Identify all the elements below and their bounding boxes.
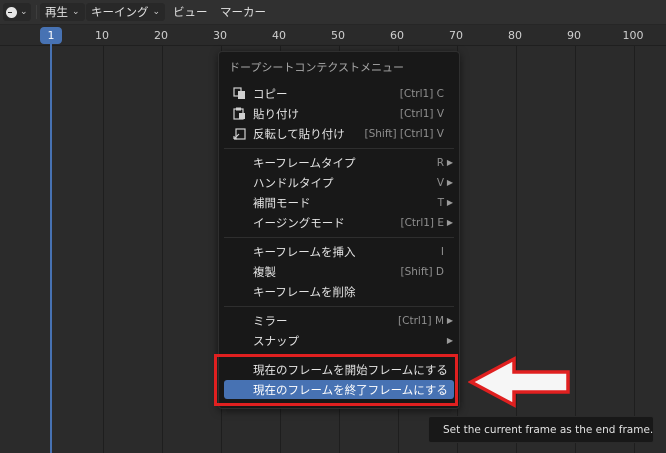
tick-label: 100 (622, 29, 644, 42)
tooltip: Set the current frame as the end frame. (428, 416, 654, 443)
dopesheet-clock-icon (6, 6, 17, 18)
context-menu-title: ドープシートコンテクストメニュー (229, 61, 405, 74)
editor-type-button[interactable]: ⌄ (3, 3, 31, 21)
dopesheet-editor: ⌄ 再生 ⌄ キーイング ⌄ ビュー マーカー 10 20 30 40 50 6… (0, 0, 666, 453)
menu-item-label: ハンドルタイプ (253, 175, 334, 190)
menu-playback[interactable]: 再生 ⌄ (40, 3, 85, 21)
menu-item-label: 補間モード (253, 195, 311, 210)
menu-item-label: キーフレームを削除 (253, 284, 356, 299)
shortcut-label: I (440, 245, 444, 258)
submenu-arrow-icon: ▶ (446, 158, 453, 167)
tick-label: 60 (390, 29, 404, 42)
chevron-down-icon: ⌄ (152, 7, 161, 17)
menu-item-interpolation-mode[interactable]: 補間モード T ▶ (224, 193, 454, 212)
tick-label: 80 (508, 29, 522, 42)
submenu-arrow-icon: ▶ (446, 316, 453, 325)
chevron-down-icon: ⌄ (72, 7, 80, 17)
red-arrow-icon (468, 356, 570, 408)
menu-item-label: 複製 (253, 264, 276, 279)
menu-item-keyframe-type[interactable]: キーフレームタイプ R ▶ (224, 153, 454, 172)
menu-item-label: 反転して貼り付け (253, 126, 345, 141)
grid-line (634, 46, 635, 453)
highlight-box (214, 354, 458, 406)
menu-item-easing-mode[interactable]: イージングモード [Ctrl1] E ▶ (224, 213, 454, 232)
menu-separator (224, 237, 454, 238)
playhead-line[interactable] (50, 44, 52, 453)
menu-item-delete-keyframes[interactable]: キーフレームを削除 (224, 282, 454, 301)
menu-keying[interactable]: キーイング ⌄ (86, 3, 166, 21)
submenu-arrow-icon: ▶ (446, 178, 453, 187)
menu-keying-label: キーイング (91, 5, 149, 19)
menu-item-label: イージングモード (253, 215, 345, 230)
paste-flipped-icon (233, 128, 246, 140)
shortcut-label: [Shift] [Ctrl1] V (364, 127, 444, 140)
submenu-arrow-icon: ▶ (446, 198, 453, 207)
header-bar: ⌄ 再生 ⌄ キーイング ⌄ ビュー マーカー (0, 0, 666, 25)
menu-marker[interactable]: マーカー (215, 3, 271, 21)
grid-line (162, 46, 163, 453)
menu-item-duplicate[interactable]: 複製 [Shift] D (224, 262, 454, 281)
paste-icon (233, 107, 245, 120)
menu-item-copy[interactable]: コピー [Ctrl1] C (224, 84, 454, 103)
menu-view-label: ビュー (173, 5, 208, 19)
submenu-arrow-icon: ▶ (446, 336, 453, 345)
shortcut-label: T (437, 196, 444, 209)
frame-ruler[interactable]: 10 20 30 40 50 60 70 80 90 100 (0, 25, 666, 46)
menu-item-insert-keyframe[interactable]: キーフレームを挿入 I (224, 242, 454, 261)
current-frame-indicator[interactable]: 1 (40, 27, 62, 44)
tick-label: 40 (272, 29, 286, 42)
menu-item-paste[interactable]: 貼り付け [Ctrl1] V (224, 104, 454, 123)
menu-item-label: キーフレームタイプ (253, 155, 356, 170)
menu-item-label: コピー (253, 86, 288, 101)
menu-item-snap[interactable]: スナップ ▶ (224, 331, 454, 350)
menu-item-mirror[interactable]: ミラー [Ctrl1] M ▶ (224, 311, 454, 330)
menu-item-label: スナップ (253, 333, 299, 348)
menu-item-label: 貼り付け (253, 106, 299, 121)
copy-icon (233, 87, 245, 99)
menu-playback-label: 再生 (45, 5, 68, 19)
chevron-down-icon: ⌄ (20, 7, 28, 17)
shortcut-label: [Shift] D (400, 265, 444, 278)
header-divider (36, 5, 37, 19)
tick-label: 30 (213, 29, 227, 42)
shortcut-label: V (436, 176, 444, 189)
menu-separator (224, 306, 454, 307)
menu-marker-label: マーカー (220, 5, 266, 19)
tick-label: 70 (449, 29, 463, 42)
tick-label: 20 (154, 29, 168, 42)
grid-line (103, 46, 104, 453)
submenu-arrow-icon: ▶ (446, 218, 453, 227)
shortcut-label: [Ctrl1] E (400, 216, 444, 229)
menu-separator (224, 148, 454, 149)
menu-view[interactable]: ビュー (168, 3, 213, 21)
shortcut-label: [Ctrl1] V (399, 107, 444, 120)
shortcut-label: [Ctrl1] C (399, 87, 444, 100)
menu-item-paste-flipped[interactable]: 反転して貼り付け [Shift] [Ctrl1] V (224, 124, 454, 143)
menu-item-label: キーフレームを挿入 (253, 244, 356, 259)
menu-item-handle-type[interactable]: ハンドルタイプ V ▶ (224, 173, 454, 192)
menu-item-label: ミラー (253, 313, 288, 328)
shortcut-label: R (436, 156, 444, 169)
tick-label: 10 (95, 29, 109, 42)
grid-line (575, 46, 576, 453)
tick-label: 50 (331, 29, 345, 42)
shortcut-label: [Ctrl1] M (398, 314, 444, 327)
tick-label: 90 (567, 29, 581, 42)
